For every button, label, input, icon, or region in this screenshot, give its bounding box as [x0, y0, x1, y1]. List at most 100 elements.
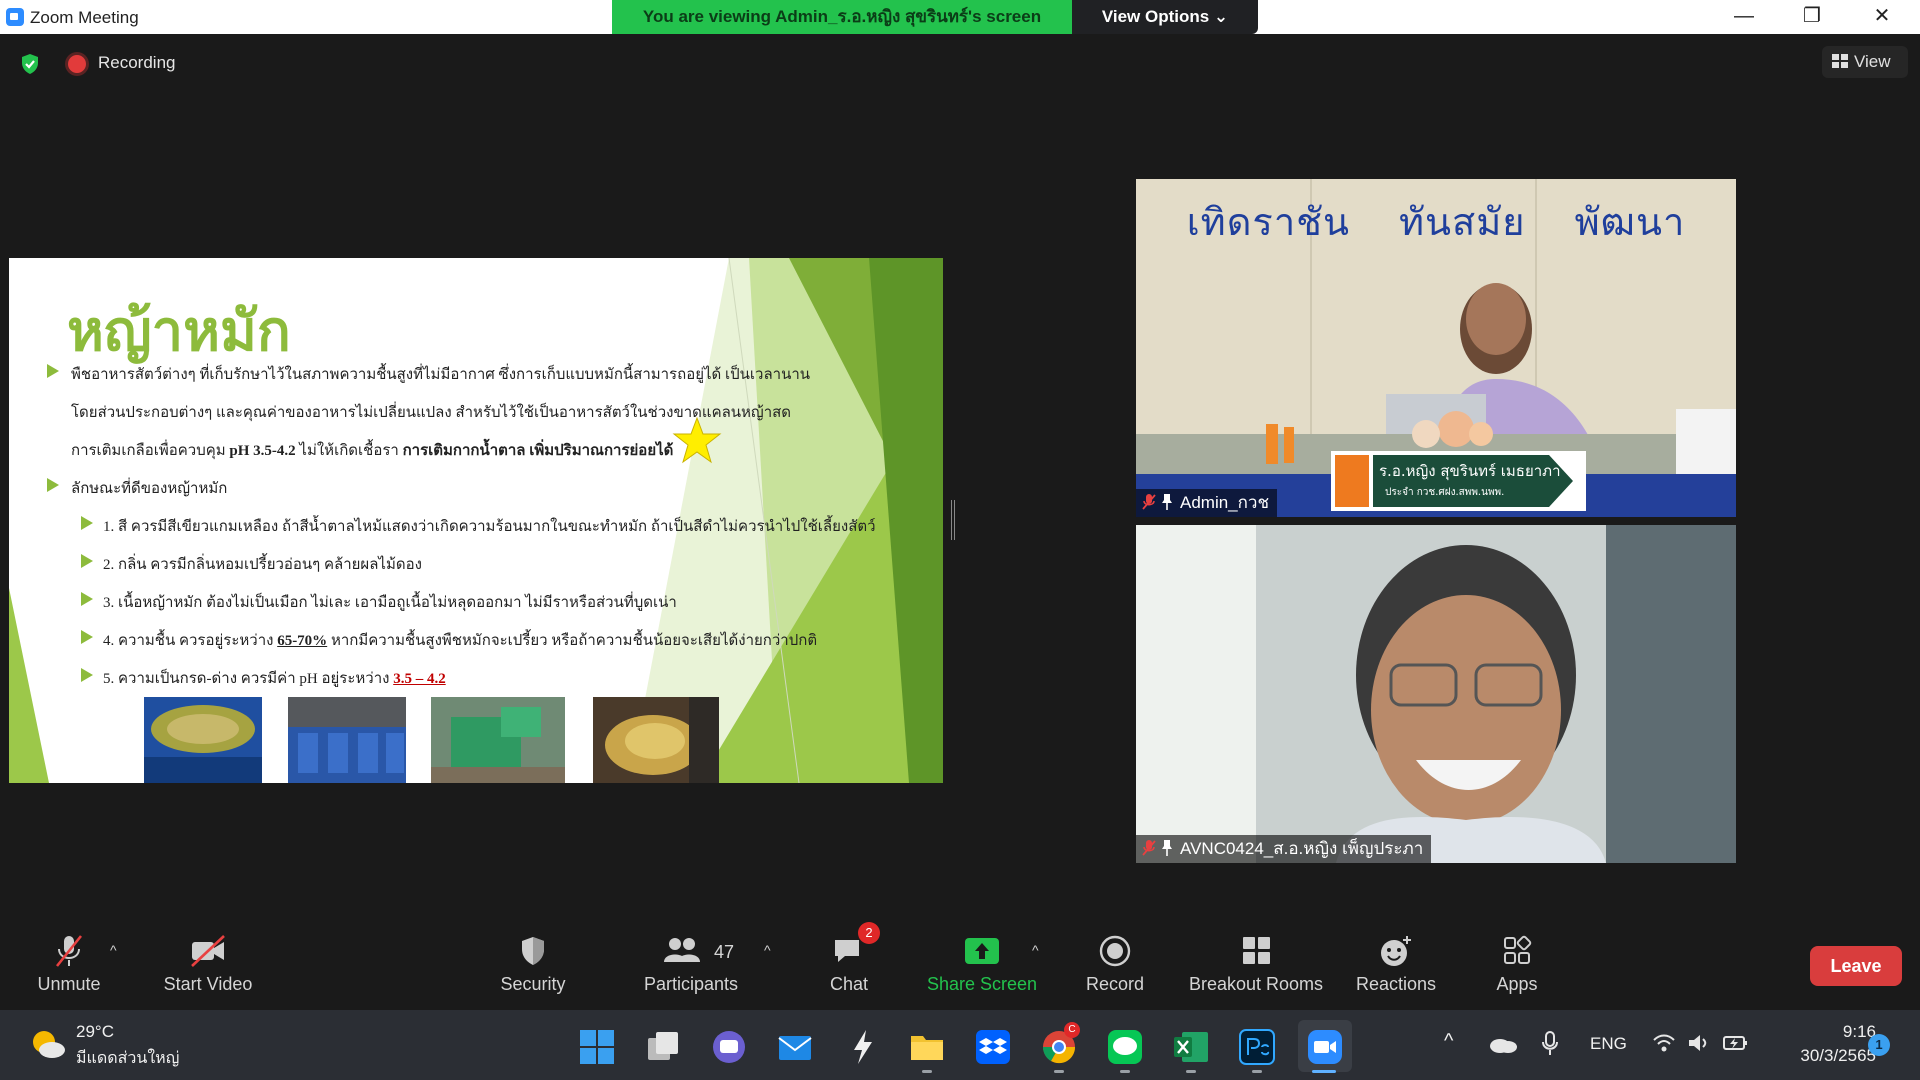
lightning-app-icon[interactable] — [844, 1028, 882, 1066]
zoom-taskbar-icon[interactable] — [1306, 1028, 1344, 1066]
bullet-arrow-icon — [81, 592, 93, 606]
star-icon — [672, 416, 722, 464]
maximize-button[interactable]: ❐ — [1782, 0, 1842, 34]
slide-sub-4: 4. ความชื้น ควรอยู่ระหว่าง 65-70% หากมีค… — [103, 628, 817, 652]
slide-text: การเติมเกลือเพื่อควบคุม — [71, 443, 226, 459]
chevron-down-icon: ⌄ — [1213, 7, 1229, 26]
blue-barrels-photo — [288, 697, 406, 783]
pin-icon — [1162, 840, 1172, 856]
chopper-machine-photo — [431, 697, 565, 783]
video-tile-avnc0424[interactable]: AVNC0424_ส.อ.หญิง เพ็ญประภา — [1136, 525, 1736, 863]
dropbox-icon[interactable] — [974, 1028, 1012, 1066]
breakout-rooms-icon — [1243, 937, 1270, 964]
slide-text: หากมีความชื้นสูงพืชหมักจะเปรี้ยว หรือถ้า… — [330, 633, 818, 649]
chat-unread-badge: 2 — [858, 922, 880, 944]
participant-name-tag: Admin_กวช — [1136, 489, 1278, 517]
chat-button[interactable]: 2 Chat — [808, 922, 890, 995]
minimize-button[interactable]: — — [1714, 0, 1774, 34]
wifi-icon[interactable] — [1652, 1032, 1676, 1054]
participants-options-caret[interactable]: ^ — [764, 942, 771, 958]
muted-mic-icon — [1142, 494, 1156, 510]
running-indicator — [922, 1070, 932, 1073]
view-label: View — [1854, 52, 1891, 71]
slide-line-3: การเติมเกลือเพื่อควบคุม pH 3.5-4.2 ไม่ให… — [71, 438, 673, 462]
viewing-screen-banner: You are viewing Admin_ร.อ.หญิง สุขรินทร์… — [612, 0, 1072, 34]
encryption-shield-icon[interactable] — [18, 52, 42, 76]
show-hidden-icons-caret[interactable]: ^ — [1444, 1030, 1453, 1053]
participants-label: Participants — [643, 974, 739, 994]
breakout-rooms-button[interactable]: Breakout Rooms — [1184, 934, 1328, 995]
notification-count-badge[interactable]: 1 — [1868, 1034, 1890, 1056]
ph-range-text: pH 3.5-4.2 — [229, 443, 296, 459]
close-button[interactable]: ✕ — [1852, 0, 1912, 34]
unmute-label: Unmute — [37, 974, 101, 994]
task-view-icon[interactable] — [644, 1028, 682, 1066]
running-indicator — [1120, 1070, 1130, 1073]
leave-button[interactable]: Leave — [1810, 946, 1902, 986]
recording-label[interactable]: Recording — [98, 53, 176, 73]
video-off-icon — [191, 935, 225, 967]
apps-button[interactable]: Apps — [1476, 934, 1558, 995]
reactions-button[interactable]: Reactions — [1354, 934, 1438, 995]
slide-text: 5. ความเป็นกรด-ด่าง ควรมีค่า pH อยู่ระหว… — [103, 671, 390, 687]
security-button[interactable]: Security — [492, 934, 574, 995]
share-options-caret[interactable]: ^ — [1032, 942, 1039, 958]
line-app-icon[interactable] — [1106, 1028, 1144, 1066]
apps-label: Apps — [1496, 974, 1538, 994]
shared-screen-slide: หญ้าหมัก พืชอาหารสัตว์ต่างๆ ที่เก็บรักษา… — [9, 258, 943, 783]
view-layout-button[interactable]: View — [1822, 46, 1908, 78]
start-video-button[interactable]: Start Video — [158, 934, 258, 995]
smiley-plus-icon — [1381, 936, 1411, 966]
running-indicator — [1054, 1070, 1064, 1073]
zoom-app-icon — [6, 8, 24, 26]
bullet-arrow-icon — [47, 478, 59, 492]
shield-icon — [522, 937, 544, 965]
avnc0424-video-feed — [1136, 525, 1736, 863]
pin-icon — [1162, 494, 1172, 510]
windows-taskbar — [0, 1010, 1920, 1080]
battery-charging-icon[interactable] — [1722, 1032, 1750, 1054]
participant-name: AVNC0424_ส.อ.หญิง เพ็ญประภา — [1180, 839, 1424, 858]
weather-sun-cloud-icon[interactable] — [28, 1026, 68, 1062]
windows-start-icon[interactable] — [578, 1028, 616, 1066]
onedrive-cloud-icon[interactable] — [1488, 1034, 1518, 1054]
photoshop-icon[interactable] — [1238, 1028, 1276, 1066]
share-screen-button[interactable]: Share Screen — [924, 934, 1040, 995]
mail-icon[interactable] — [776, 1028, 814, 1066]
lower-third-role: ประจำ กวช.ศฝง.สพพ.นพพ. — [1385, 487, 1505, 498]
language-indicator[interactable]: ENG — [1590, 1034, 1627, 1054]
record-button[interactable]: Record — [1074, 934, 1156, 995]
microphone-icon[interactable] — [1540, 1030, 1560, 1056]
active-running-indicator — [1312, 1070, 1336, 1073]
participant-name-tag: AVNC0424_ส.อ.หญิง เพ็ญประภา — [1136, 835, 1432, 863]
weather-description[interactable]: มีแดดส่วนใหญ่ — [76, 1046, 179, 1071]
lower-third-accent — [1335, 455, 1369, 507]
video-tile-admin[interactable]: เทิดราชัน ทันสมัย พัฒนา ร.อ.หญิง สุขรินท… — [1136, 179, 1736, 517]
audio-options-caret[interactable]: ^ — [110, 942, 117, 958]
clock-date[interactable]: 30/3/2565 — [1770, 1046, 1876, 1066]
unmute-button[interactable]: Unmute — [28, 934, 110, 995]
running-indicator — [1186, 1070, 1196, 1073]
speaker-icon[interactable] — [1686, 1032, 1710, 1054]
slide-sub-1: 1. สี ควรมีสีเขียวแกมเหลือง ถ้าสีน้ำตาลไ… — [103, 519, 876, 535]
muted-mic-icon — [1142, 840, 1156, 856]
file-explorer-icon[interactable] — [908, 1028, 946, 1066]
slide-text: ไม่ให้เกิดเชื้อรา — [299, 443, 399, 459]
teams-chat-icon[interactable] — [710, 1028, 748, 1066]
ph-value-text: 3.5 – 4.2 — [393, 671, 446, 687]
start-video-label: Start Video — [163, 974, 253, 994]
slide-line-characteristics: ลักษณะที่ดีของหญ้าหมัก — [71, 481, 228, 497]
clock-time[interactable]: 9:16 — [1820, 1022, 1876, 1042]
excel-icon[interactable] — [1172, 1028, 1210, 1066]
slide-sub-2: 2. กลิ่น ควรมีกลิ่นหอมเปรี้ยวอ่อนๆ คล้าย… — [103, 557, 422, 573]
split-drag-handle[interactable] — [951, 500, 955, 540]
apps-icon — [1504, 935, 1532, 964]
view-options-button[interactable]: View Options ⌄ — [1072, 0, 1258, 34]
lower-third-name: ร.อ.หญิง สุขรินทร์ เมธยาภา — [1379, 462, 1561, 480]
breakout-rooms-label: Breakout Rooms — [1188, 974, 1324, 994]
chrome-profile-badge: C — [1064, 1022, 1080, 1038]
view-options-label: View Options — [1101, 7, 1210, 26]
weather-temperature[interactable]: 29°C — [76, 1022, 114, 1042]
share-screen-icon — [965, 938, 999, 964]
molasses-text: การเติมกากน้ำตาล เพิ่มปริมาณการย่อยได้ — [402, 443, 674, 459]
